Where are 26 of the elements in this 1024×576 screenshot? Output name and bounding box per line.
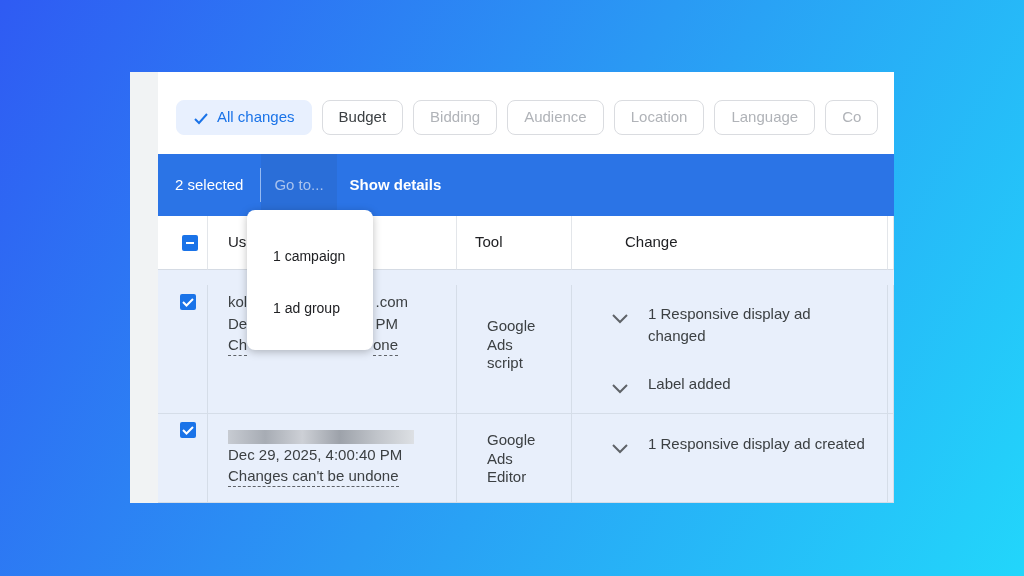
tool-name: Google Ads script xyxy=(487,317,537,373)
filter-chip[interactable]: Budget xyxy=(321,100,404,135)
user-text: Dec 29, 2025, 4:00:40 PM xyxy=(228,445,403,465)
chevron-down-icon xyxy=(610,311,630,326)
user-text: De xyxy=(228,314,248,334)
column-header: Us xyxy=(228,232,247,253)
user-text: PM xyxy=(375,314,398,334)
user-text: .com xyxy=(375,292,408,312)
user-text: kol xyxy=(228,292,248,312)
menu-item[interactable]: 1 ad group xyxy=(247,282,340,334)
select-all-checkbox[interactable] xyxy=(182,234,198,251)
change-text: 1 Responsive display ad changed xyxy=(648,304,812,346)
change-text: Label added xyxy=(648,374,731,394)
chevron-down-icon xyxy=(610,381,630,396)
row-checkbox[interactable] xyxy=(180,294,196,310)
menu-item[interactable]: 1 campaign xyxy=(247,230,346,282)
action-button[interactable]: Show details xyxy=(336,154,455,216)
selection-count: 2 selected xyxy=(174,174,245,195)
chevron-down-icon xyxy=(610,441,630,456)
column-header: Change xyxy=(625,232,678,253)
filter-chip[interactable]: All changes xyxy=(176,100,312,135)
row-checkbox[interactable] xyxy=(180,422,196,438)
column-header: Tool xyxy=(475,232,503,253)
user-text: Changes can't be undone xyxy=(228,466,399,487)
change-text: 1 Responsive display ad created xyxy=(648,434,865,454)
tool-name: Google Ads Editor xyxy=(487,431,537,487)
